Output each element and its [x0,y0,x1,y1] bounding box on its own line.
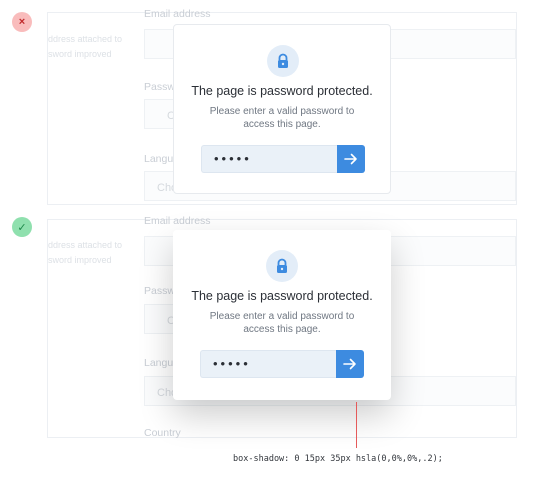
password-label: Passw [144,81,175,93]
submit-password-button[interactable] [336,350,364,378]
lock-icon [267,45,299,77]
dialog-subtitle: Please enter a valid password to access … [209,311,355,335]
dialog-subtitle: Please enter a valid password to access … [209,106,355,130]
password-form: ••••• [201,145,365,173]
password-dialog-without-shadow: The page is password protected. Please e… [173,24,391,194]
password-value: ••••• [213,356,251,371]
lock-icon [266,250,298,282]
hint-line-2: sword improved [48,255,112,265]
hint-line-1: ddress attached to [48,34,123,44]
submit-password-button[interactable] [337,145,365,173]
arrow-right-icon [343,358,356,370]
annotation-pointer-line [356,402,357,448]
email-label: Email address [144,8,211,20]
success-status-icon: ✓ [12,217,32,237]
password-input[interactable]: ••••• [201,145,337,173]
dialog-title: The page is password protected. [191,84,373,98]
email-label: Email address [144,215,211,227]
hint-line-2: sword improved [48,49,112,59]
password-dialog-with-shadow: The page is password protected. Please e… [173,230,391,400]
error-status-icon: × [12,12,32,32]
password-form: ••••• [200,350,364,378]
language-label: Langu [144,357,174,369]
password-input[interactable]: ••••• [200,350,336,378]
hint-line-1: ddress attached to [48,240,123,250]
language-label: Langu [144,153,174,165]
country-label: Country [144,427,181,439]
box-shadow-caption: box-shadow: 0 15px 35px hsla(0,0%,0%,.2)… [233,454,443,464]
comparison-stage: × Email address ddress attached to sword… [0,0,537,478]
password-label: Passw [144,285,175,297]
arrow-right-icon [344,153,357,165]
password-value: ••••• [214,151,252,166]
dialog-title: The page is password protected. [191,289,373,303]
